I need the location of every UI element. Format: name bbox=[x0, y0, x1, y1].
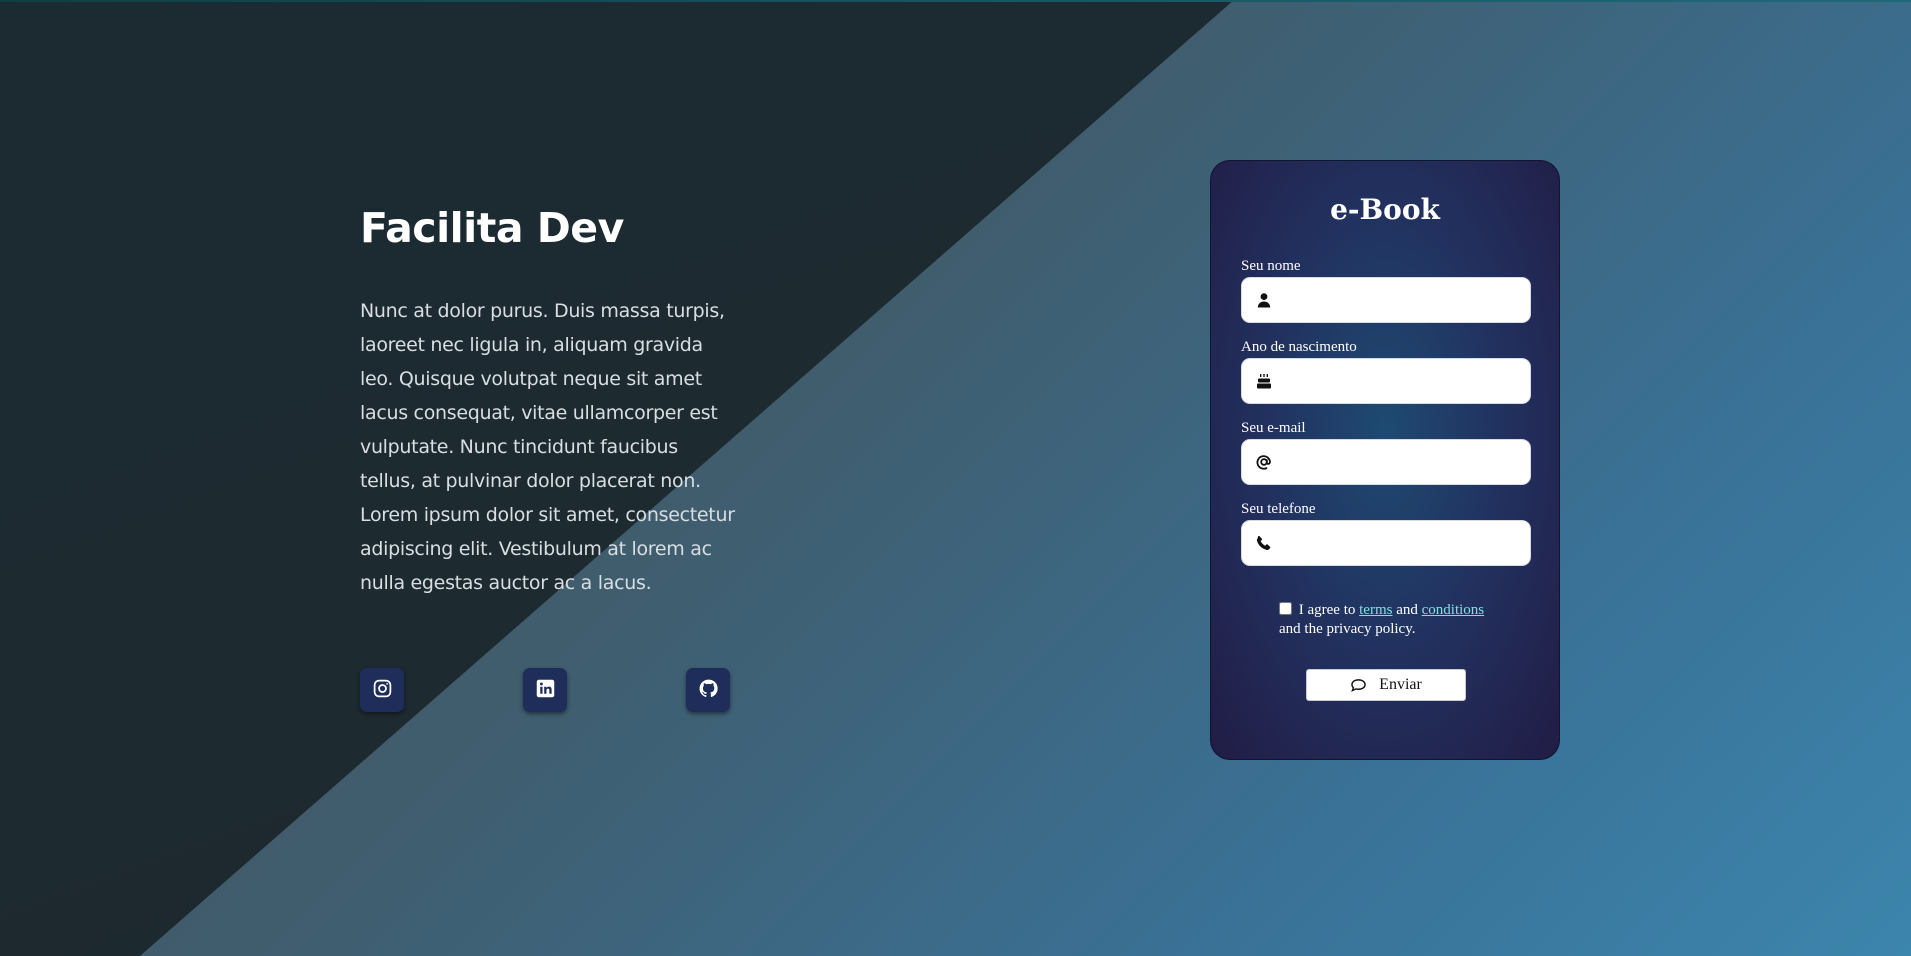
birth-year-field-group: Ano de nascimento bbox=[1241, 338, 1531, 405]
birthday-cake-icon bbox=[1256, 373, 1272, 389]
phone-input[interactable] bbox=[1282, 521, 1526, 567]
agree-checkbox[interactable] bbox=[1279, 602, 1292, 615]
birth-year-input[interactable] bbox=[1282, 359, 1526, 405]
agreement-row: I agree to terms and conditions and the … bbox=[1279, 601, 1519, 639]
github-icon bbox=[698, 678, 719, 703]
linkedin-link[interactable] bbox=[523, 668, 567, 712]
user-icon bbox=[1256, 292, 1272, 308]
birth-year-input-wrapper[interactable] bbox=[1241, 358, 1531, 405]
terms-link[interactable]: terms bbox=[1359, 602, 1392, 618]
form-title: e-Book bbox=[1330, 193, 1440, 226]
agree-prefix: I agree to bbox=[1298, 602, 1356, 618]
birth-year-label: Ano de nascimento bbox=[1241, 339, 1357, 355]
email-input[interactable] bbox=[1282, 440, 1526, 486]
hero-title: Facilita Dev bbox=[360, 204, 624, 252]
instagram-link[interactable] bbox=[360, 668, 404, 712]
linkedin-icon bbox=[535, 678, 556, 703]
name-label: Seu nome bbox=[1241, 258, 1301, 274]
at-sign-icon bbox=[1256, 454, 1272, 470]
email-field-group: Seu e-mail bbox=[1241, 419, 1531, 486]
hero-description: Nunc at dolor purus. Duis massa turpis, … bbox=[360, 300, 735, 594]
email-label: Seu e-mail bbox=[1241, 420, 1306, 436]
ebook-form-card: e-Book Seu nome Ano de nascimento Seu e-… bbox=[1210, 160, 1560, 760]
instagram-icon bbox=[372, 678, 393, 703]
agree-and: and bbox=[1396, 602, 1418, 618]
social-links bbox=[360, 668, 730, 712]
phone-icon bbox=[1256, 535, 1272, 551]
hero-section: Facilita Dev Nunc at dolor purus. Duis m… bbox=[360, 200, 740, 600]
github-link[interactable] bbox=[686, 668, 730, 712]
submit-button[interactable]: Enviar bbox=[1306, 669, 1466, 701]
submit-label: Enviar bbox=[1379, 676, 1422, 693]
top-accent-line bbox=[0, 0, 1911, 2]
name-input[interactable] bbox=[1282, 278, 1526, 324]
email-input-wrapper[interactable] bbox=[1241, 439, 1531, 486]
phone-field-group: Seu telefone bbox=[1241, 500, 1531, 567]
phone-label: Seu telefone bbox=[1241, 501, 1316, 517]
conditions-link[interactable]: conditions bbox=[1422, 602, 1485, 618]
name-field-group: Seu nome bbox=[1241, 257, 1531, 324]
chat-bubble-icon bbox=[1350, 678, 1367, 693]
name-input-wrapper[interactable] bbox=[1241, 277, 1531, 324]
phone-input-wrapper[interactable] bbox=[1241, 520, 1531, 567]
agree-suffix: and the privacy policy. bbox=[1279, 621, 1416, 637]
background-dark-panel bbox=[0, 0, 1234, 956]
